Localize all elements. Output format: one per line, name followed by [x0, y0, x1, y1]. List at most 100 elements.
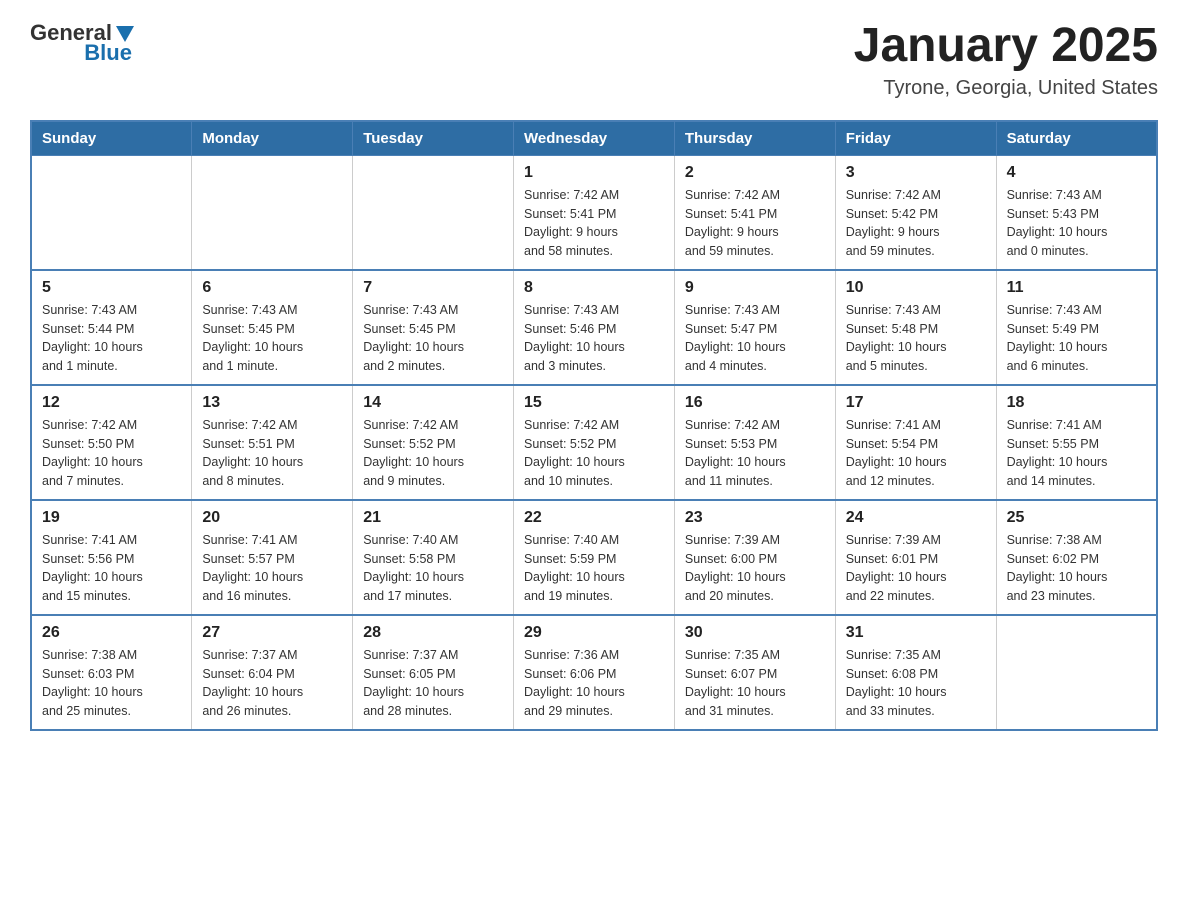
calendar-week-row: 5Sunrise: 7:43 AM Sunset: 5:44 PM Daylig… [31, 270, 1157, 385]
day-number: 26 [42, 624, 181, 642]
day-info: Sunrise: 7:42 AM Sunset: 5:52 PM Dayligh… [363, 416, 503, 491]
day-number: 24 [846, 509, 986, 527]
day-info: Sunrise: 7:43 AM Sunset: 5:47 PM Dayligh… [685, 301, 825, 376]
calendar-week-row: 12 Sunrise: 7:42 AM Sunset: 5:50 PM Dayli… [31, 385, 1157, 500]
calendar-cell: 24 Sunrise: 7:39 AM Sunset: 6:01 PM Dayli… [835, 500, 996, 615]
day-number: 21 [363, 509, 503, 527]
calendar-cell: 16 Sunrise: 7:42 AM Sunset: 5:53 PM Dayli… [674, 385, 835, 500]
calendar-cell: 10 Sunrise: 7:43 AM Sunset: 5:48 PM Dayli… [835, 270, 996, 385]
logo: General Blue [30, 20, 136, 66]
day-number: 16 [685, 394, 825, 412]
calendar-cell: 8 Sunrise: 7:43 AM Sunset: 5:46 PM Daylig… [514, 270, 675, 385]
day-number: 27 [202, 624, 342, 642]
day-info: Sunrise: 7:42 AM Sunset: 5:41 PM Dayligh… [524, 186, 664, 261]
day-info: Sunrise: 7:35 AM Sunset: 6:08 PM Dayligh… [846, 646, 986, 721]
day-info: Sunrise: 7:40 AM Sunset: 5:58 PM Dayligh… [363, 531, 503, 606]
day-number: 25 [1007, 509, 1146, 527]
calendar-cell: 21 Sunrise: 7:40 AM Sunset: 5:58 PM Dayli… [353, 500, 514, 615]
calendar-header-friday: Friday [835, 121, 996, 156]
day-info: Sunrise: 7:43 AM Sunset: 5:44 PM Dayligh… [42, 301, 181, 376]
calendar-table: SundayMondayTuesdayWednesdayThursdayFrid… [30, 120, 1158, 731]
day-info: Sunrise: 7:41 AM Sunset: 5:55 PM Dayligh… [1007, 416, 1146, 491]
day-info: Sunrise: 7:38 AM Sunset: 6:02 PM Dayligh… [1007, 531, 1146, 606]
calendar-cell: 26 Sunrise: 7:38 AM Sunset: 6:03 PM Dayli… [31, 615, 192, 730]
calendar-header-row: SundayMondayTuesdayWednesdayThursdayFrid… [31, 121, 1157, 156]
day-info: Sunrise: 7:43 AM Sunset: 5:43 PM Dayligh… [1007, 186, 1146, 261]
calendar-cell [353, 155, 514, 270]
calendar-cell: 9Sunrise: 7:43 AM Sunset: 5:47 PM Daylig… [674, 270, 835, 385]
calendar-header-tuesday: Tuesday [353, 121, 514, 156]
day-number: 14 [363, 394, 503, 412]
day-number: 29 [524, 624, 664, 642]
calendar-cell [996, 615, 1157, 730]
calendar-cell: 6 Sunrise: 7:43 AM Sunset: 5:45 PM Daylig… [192, 270, 353, 385]
day-info: Sunrise: 7:41 AM Sunset: 5:56 PM Dayligh… [42, 531, 181, 606]
day-info: Sunrise: 7:43 AM Sunset: 5:46 PM Dayligh… [524, 301, 664, 376]
day-info: Sunrise: 7:35 AM Sunset: 6:07 PM Dayligh… [685, 646, 825, 721]
calendar-cell: 18 Sunrise: 7:41 AM Sunset: 5:55 PM Dayli… [996, 385, 1157, 500]
calendar-cell: 30 Sunrise: 7:35 AM Sunset: 6:07 PM Dayli… [674, 615, 835, 730]
day-number: 8 [524, 279, 664, 297]
calendar-cell: 15 Sunrise: 7:42 AM Sunset: 5:52 PM Dayli… [514, 385, 675, 500]
day-number: 2 [685, 164, 825, 182]
day-number: 17 [846, 394, 986, 412]
day-number: 31 [846, 624, 986, 642]
calendar-cell: 4Sunrise: 7:43 AM Sunset: 5:43 PM Daylig… [996, 155, 1157, 270]
page-header: General Blue January 2025 Tyrone, Georgi… [30, 20, 1158, 100]
calendar-cell: 17 Sunrise: 7:41 AM Sunset: 5:54 PM Dayli… [835, 385, 996, 500]
day-number: 10 [846, 279, 986, 297]
calendar-week-row: 19 Sunrise: 7:41 AM Sunset: 5:56 PM Dayli… [31, 500, 1157, 615]
calendar-cell: 31 Sunrise: 7:35 AM Sunset: 6:08 PM Dayli… [835, 615, 996, 730]
day-info: Sunrise: 7:39 AM Sunset: 6:00 PM Dayligh… [685, 531, 825, 606]
day-number: 30 [685, 624, 825, 642]
day-number: 20 [202, 509, 342, 527]
calendar-header-wednesday: Wednesday [514, 121, 675, 156]
day-info: Sunrise: 7:42 AM Sunset: 5:51 PM Dayligh… [202, 416, 342, 491]
calendar-header-thursday: Thursday [674, 121, 835, 156]
day-info: Sunrise: 7:43 AM Sunset: 5:49 PM Dayligh… [1007, 301, 1146, 376]
calendar-cell: 14 Sunrise: 7:42 AM Sunset: 5:52 PM Dayli… [353, 385, 514, 500]
day-info: Sunrise: 7:43 AM Sunset: 5:45 PM Dayligh… [202, 301, 342, 376]
title-block: January 2025 Tyrone, Georgia, United Sta… [854, 20, 1158, 100]
calendar-cell: 19 Sunrise: 7:41 AM Sunset: 5:56 PM Dayli… [31, 500, 192, 615]
day-number: 6 [202, 279, 342, 297]
calendar-cell [31, 155, 192, 270]
calendar-cell: 29 Sunrise: 7:36 AM Sunset: 6:06 PM Dayli… [514, 615, 675, 730]
day-number: 12 [42, 394, 181, 412]
day-info: Sunrise: 7:42 AM Sunset: 5:41 PM Dayligh… [685, 186, 825, 261]
calendar-cell: 20 Sunrise: 7:41 AM Sunset: 5:57 PM Dayli… [192, 500, 353, 615]
day-info: Sunrise: 7:40 AM Sunset: 5:59 PM Dayligh… [524, 531, 664, 606]
day-number: 23 [685, 509, 825, 527]
calendar-week-row: 1 Sunrise: 7:42 AM Sunset: 5:41 PM Daylig… [31, 155, 1157, 270]
calendar-cell: 11Sunrise: 7:43 AM Sunset: 5:49 PM Dayli… [996, 270, 1157, 385]
calendar-cell: 22 Sunrise: 7:40 AM Sunset: 5:59 PM Dayli… [514, 500, 675, 615]
calendar-cell: 3Sunrise: 7:42 AM Sunset: 5:42 PM Daylig… [835, 155, 996, 270]
calendar-header-monday: Monday [192, 121, 353, 156]
day-info: Sunrise: 7:43 AM Sunset: 5:48 PM Dayligh… [846, 301, 986, 376]
day-info: Sunrise: 7:38 AM Sunset: 6:03 PM Dayligh… [42, 646, 181, 721]
day-info: Sunrise: 7:43 AM Sunset: 5:45 PM Dayligh… [363, 301, 503, 376]
day-info: Sunrise: 7:42 AM Sunset: 5:52 PM Dayligh… [524, 416, 664, 491]
page-title: January 2025 [854, 20, 1158, 73]
calendar-cell [192, 155, 353, 270]
day-info: Sunrise: 7:39 AM Sunset: 6:01 PM Dayligh… [846, 531, 986, 606]
day-info: Sunrise: 7:36 AM Sunset: 6:06 PM Dayligh… [524, 646, 664, 721]
calendar-header-sunday: Sunday [31, 121, 192, 156]
day-info: Sunrise: 7:41 AM Sunset: 5:54 PM Dayligh… [846, 416, 986, 491]
day-number: 15 [524, 394, 664, 412]
day-number: 19 [42, 509, 181, 527]
calendar-cell: 25 Sunrise: 7:38 AM Sunset: 6:02 PM Dayli… [996, 500, 1157, 615]
calendar-week-row: 26 Sunrise: 7:38 AM Sunset: 6:03 PM Dayli… [31, 615, 1157, 730]
day-number: 18 [1007, 394, 1146, 412]
day-info: Sunrise: 7:41 AM Sunset: 5:57 PM Dayligh… [202, 531, 342, 606]
day-info: Sunrise: 7:37 AM Sunset: 6:04 PM Dayligh… [202, 646, 342, 721]
calendar-cell: 28Sunrise: 7:37 AM Sunset: 6:05 PM Dayli… [353, 615, 514, 730]
day-number: 22 [524, 509, 664, 527]
logo-blue-text: Blue [84, 40, 132, 66]
day-number: 1 [524, 164, 664, 182]
calendar-cell: 23 Sunrise: 7:39 AM Sunset: 6:00 PM Dayli… [674, 500, 835, 615]
calendar-header-saturday: Saturday [996, 121, 1157, 156]
day-number: 13 [202, 394, 342, 412]
day-info: Sunrise: 7:42 AM Sunset: 5:50 PM Dayligh… [42, 416, 181, 491]
day-info: Sunrise: 7:42 AM Sunset: 5:53 PM Dayligh… [685, 416, 825, 491]
